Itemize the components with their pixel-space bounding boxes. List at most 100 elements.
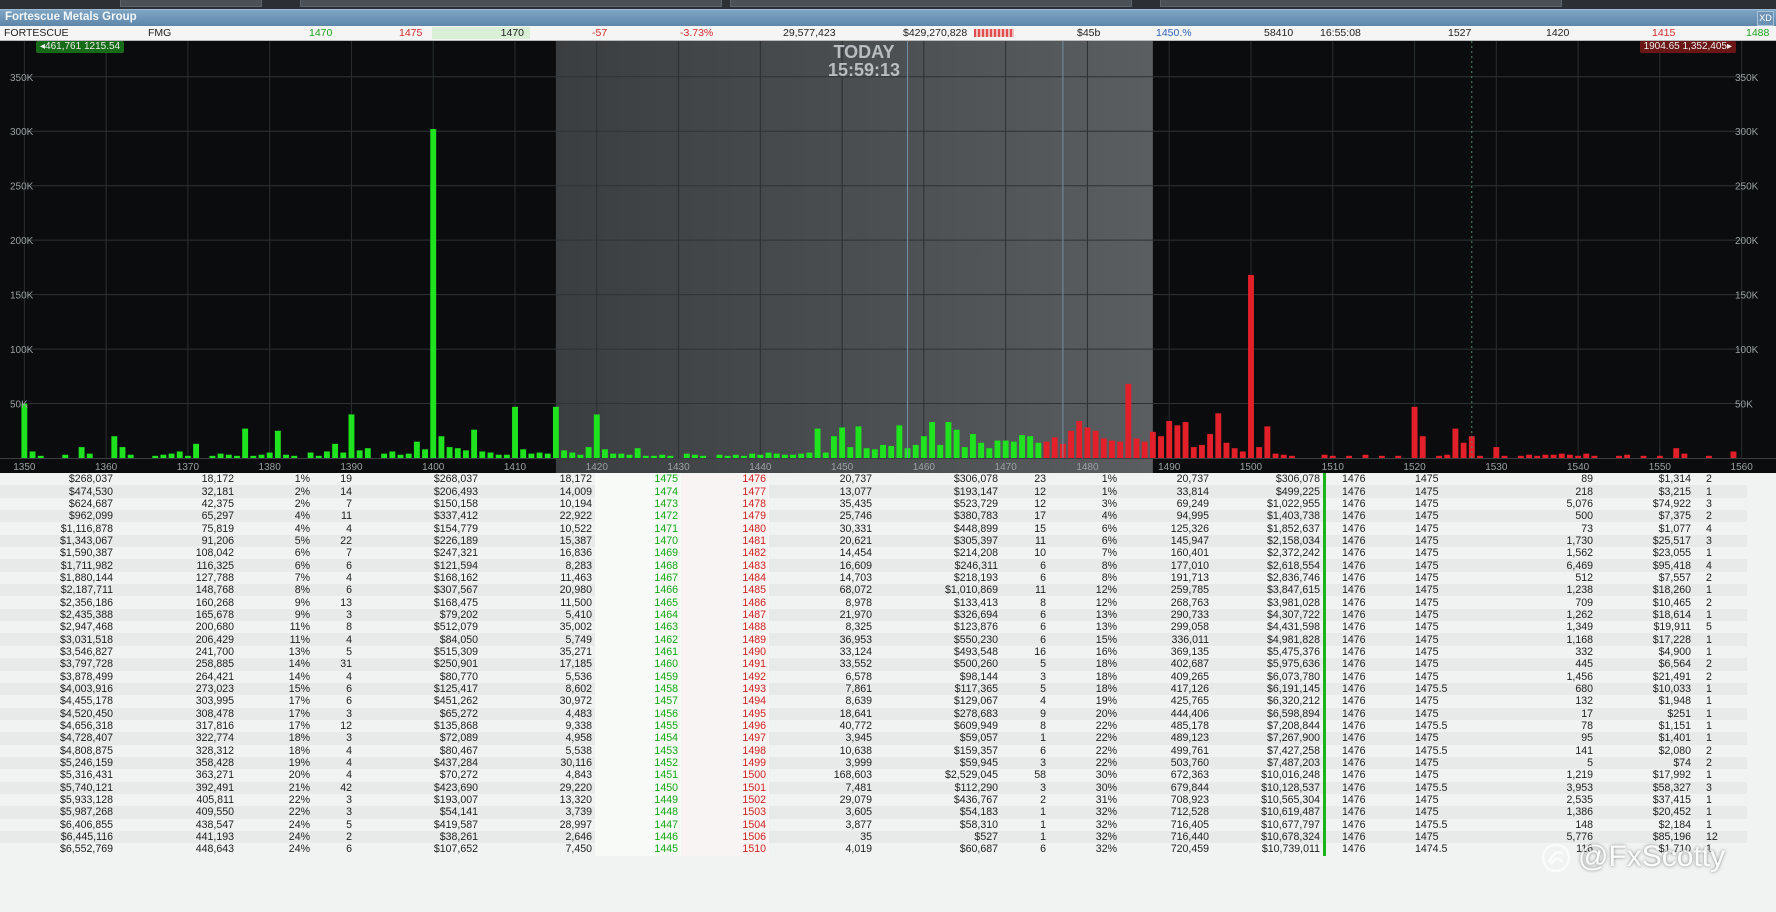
table-row[interactable]: $962,099 65,297 4% 11 $337,412 22,922 1472 1479… [0,510,1747,523]
table-cell: $2,836,746 [1212,571,1326,585]
volume-bar [1076,420,1083,458]
table-row[interactable]: $624,687 42,375 2% 7 $150,158 10,194 1473 1478 3… [0,497,1747,511]
table-row[interactable]: $4,808,875 328,312 18% 4 $80,467 5,538 1453 149… [0,744,1747,757]
volume-bar [1231,448,1238,458]
table-row[interactable]: $5,740,121 392,491 21% 42 $423,690 29,220 1450… [0,781,1747,794]
table-row[interactable]: $4,656,318 317,816 17% 12 $135,868 9,338 1455 1… [0,719,1747,733]
volume-at-price-chart[interactable]: 50K 50K 100K 100K 150K 150K 200K 200K 250K 250K 30… [0,41,1776,473]
x-tick-label: 1370 [177,462,200,473]
table-cell: $6,191,145 [1212,682,1326,696]
table-row[interactable]: $4,520,450 308,478 17% 3 $65,272 4,483 1456 149… [0,707,1747,720]
table-cell: 1 [1706,695,1712,708]
table-cell: 33,814 [1120,485,1212,498]
table-row[interactable]: $3,878,499 264,421 14% 4 $80,770 5,536 1459 149… [0,670,1747,683]
table-row[interactable]: $6,552,769 448,643 24% 6 $107,652 7,450 1445 15… [0,843,1747,856]
volume-bar [1550,454,1557,458]
table-cell: 11,463 [560,571,592,584]
background-tab[interactable] [1160,0,1562,7]
table-cell: 1,262 [1516,608,1596,622]
table-row[interactable]: $4,728,407 322,774 18% 3 $72,089 4,958 1454 149… [0,732,1747,745]
table-cell: 12% [1095,596,1117,609]
table-row[interactable]: $5,933,128 405,811 22% 3 $193,007 13,320 1449 1… [0,793,1747,807]
volume-bar [62,454,69,458]
table-cell: 3,945 [769,732,875,745]
close-icon[interactable]: XD [1757,11,1774,26]
table-cell: 258,885 [116,658,237,671]
table-cell: 1476 [1342,571,1366,584]
table-cell: 409,550 [116,806,237,819]
table-cell: 2% [294,497,310,510]
table-row[interactable]: $2,435,388 165,678 9% 3 $79,202 5,410 1464 1487… [0,608,1747,622]
table-cell: 1482 [681,547,769,560]
background-tab[interactable] [730,0,1132,7]
volume-bar [1493,447,1500,458]
table-row[interactable]: $268,037 18,172 1% 19 $268,037 18,172 1475 1476… [0,473,1747,486]
table-row[interactable]: $2,356,186 160,268 9% 13 $168,475 11,500 1465 1… [0,596,1747,609]
table-row[interactable]: $1,711,982 116,325 6% 6 $121,594 8,283 1468 148… [0,559,1747,572]
table-row[interactable]: $6,445,116 441,193 24% 2 $38,261 2,646 1446 150… [0,830,1747,844]
table-row[interactable]: $1,590,387 108,042 6% 7 $247,321 16,836 1469 14… [0,547,1747,560]
table-row[interactable]: $6,406,855 438,547 24% 5 $419,587 28,997 1447 1… [0,818,1747,831]
volume-bar [1248,275,1254,458]
left-scroll-pill[interactable]: ◂461,761 1215.54 [36,41,125,53]
y-tick-label-left: 50K [10,400,28,411]
background-tab[interactable] [300,0,722,7]
table-cell: 33,552 [769,658,875,671]
table-cell: $6,552,769 [59,843,113,856]
table-row[interactable]: $2,187,711 148,768 8% 6 $307,567 20,980 1466 14… [0,584,1747,597]
window-titlebar[interactable]: Fortescue Metals Group XD [0,9,1776,27]
table-cell: $10,565,304 [1212,793,1326,807]
background-tab[interactable] [120,0,262,7]
table-cell: 1465 [595,596,681,609]
table-cell: 31 [313,658,355,671]
table-cell: 5 [346,645,352,658]
table-row[interactable]: $1,880,144 127,788 7% 4 $168,162 11,463 1467 14… [0,571,1747,585]
y-tick-label-right: 150K [1735,291,1759,302]
table-cell: 2 [1706,473,1712,486]
volume-bar [1362,454,1369,458]
table-row[interactable]: $1,343,067 91,206 5% 22 $226,189 15,387 1470 14… [0,534,1747,548]
table-cell: 1449 [595,793,681,807]
table-row[interactable]: $2,947,468 200,680 11% 8 $512,079 35,002 1463 1… [0,621,1747,634]
table-row[interactable]: $3,031,518 206,429 11% 4 $84,050 5,749 1462 148… [0,633,1747,646]
table-row[interactable]: $4,455,178 303,995 17% 6 $451,262 30,972 1457 1… [0,695,1747,708]
x-tick-label: 1560 [1731,462,1754,473]
table-row[interactable]: $1,116,878 75,819 4% 4 $154,779 10,522 1471 148… [0,522,1747,535]
table-cell: 1476 [1342,720,1366,733]
table-row[interactable]: $3,546,827 241,700 13% 5 $515,309 35,271 1461 1… [0,645,1747,659]
table-row[interactable]: $3,797,728 258,885 14% 31 $250,901 17,185 1460… [0,658,1747,671]
table-cell: $125,417 [355,682,481,696]
table-cell: $10,619,487 [1212,806,1326,819]
table-cell: 1475 [1397,608,1516,622]
table-cell: 1510 [681,843,769,856]
table-row[interactable]: $4,003,916 273,023 15% 6 $125,417 8,602 1458 14… [0,682,1747,696]
table-row[interactable]: $5,316,431 363,271 20% 4 $70,272 4,843 1451 150… [0,769,1747,782]
table-row[interactable]: $5,987,268 409,550 22% 3 $54,141 3,739 1448 150… [0,806,1747,819]
trade-count: 58410 [1264,27,1294,39]
table-cell: 1497 [681,732,769,745]
table-cell: $5,933,128 [59,794,113,807]
table-cell: 259,785 [1120,584,1212,597]
table-cell: 1459 [595,670,681,683]
table-cell: $7,427,258 [1212,744,1326,757]
table-cell: $6,406,855 [59,818,113,831]
table-cell: 29,079 [839,794,872,807]
depth-table[interactable]: $268,037 18,172 1% 19 $268,037 18,172 1475 1476… [0,473,1776,912]
table-cell: 36,953 [769,633,875,646]
table-cell: 7 [346,547,352,560]
right-scroll-pill[interactable]: 1904.65 1,352,405▸ [1639,41,1736,53]
table-cell: 7 [346,497,352,510]
table-cell: 1476 [681,473,769,486]
table-cell: 1502 [681,793,769,807]
table-row[interactable]: $5,246,159 358,428 19% 4 $437,284 30,116 1452 1… [0,756,1747,770]
table-cell: $307,567 [355,584,481,597]
table-cell: 17,185 [481,658,595,671]
table-cell: 17% [237,707,313,720]
table-cell: 273,023 [116,682,237,696]
watermark: @FxScotty [1540,840,1725,874]
table-cell: 1475 [1397,830,1516,844]
volume-bar [585,447,592,458]
table-cell: $4,307,722 [1212,608,1326,622]
table-row[interactable]: $474,530 32,181 2% 14 $206,493 14,009 1474 1477… [0,485,1747,498]
table-cell: 1475 [1397,707,1516,720]
